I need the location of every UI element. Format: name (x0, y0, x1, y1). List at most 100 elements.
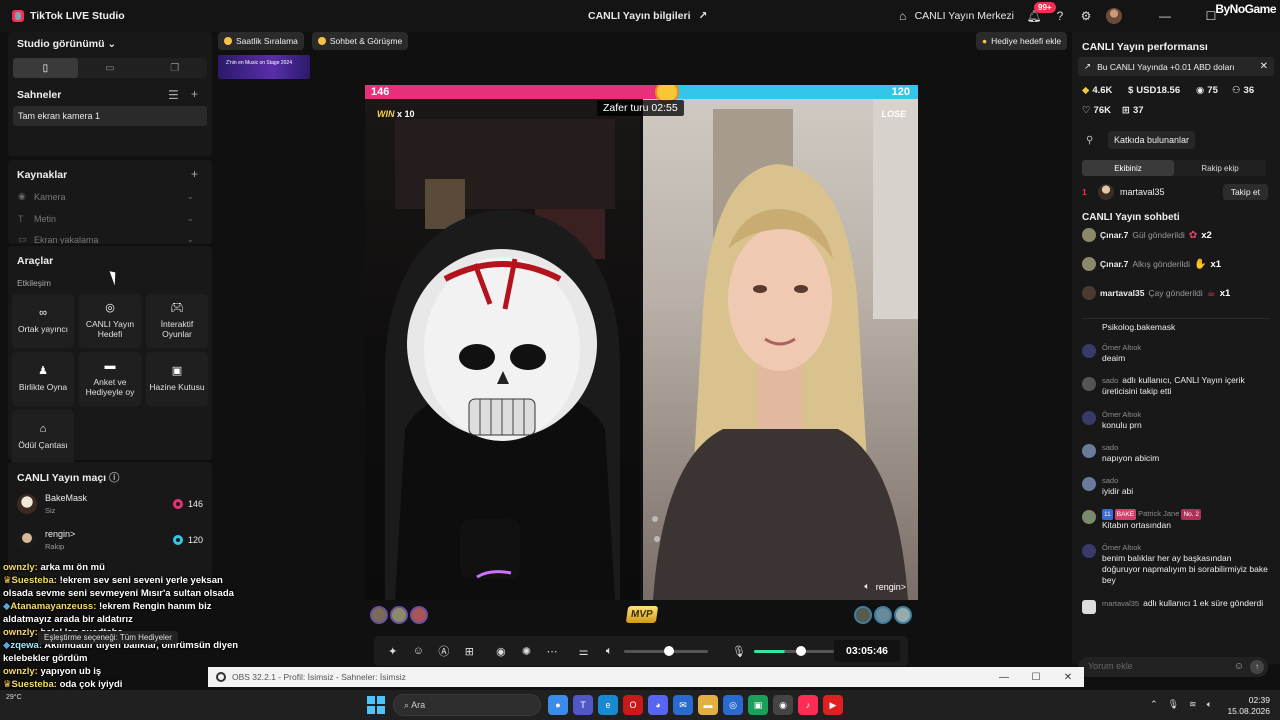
start-button[interactable] (367, 696, 385, 714)
capture-icon[interactable]: ✺ (516, 645, 538, 658)
wifi-icon[interactable]: ≋ (1189, 699, 1197, 710)
help-icon[interactable]: ? (1052, 8, 1068, 24)
microphone-icon[interactable]: 🎙︎ (1168, 699, 1179, 710)
overlay-name: ownzly: (3, 627, 38, 638)
list-icon[interactable]: ☰ (168, 88, 179, 102)
close-button[interactable]: ✕ (1052, 672, 1084, 683)
ai-icon[interactable]: Ⓐ (433, 643, 455, 659)
folder-icon[interactable]: ▬ (698, 695, 718, 715)
message-author: Ömer Altıok (1102, 543, 1142, 552)
overlay-icon[interactable]: ⊞ (459, 645, 481, 658)
more-icon[interactable]: ⋯ (541, 645, 563, 658)
poll-tool[interactable]: ▬ Anket ve Hediyeyle oy (79, 352, 141, 406)
speaker-icon[interactable]: 🔈︎ (598, 645, 620, 658)
record-icon[interactable]: ◉ (490, 645, 512, 658)
discord-icon[interactable]: ◕ (648, 695, 668, 715)
opera-icon[interactable]: O (623, 695, 643, 715)
mail-icon[interactable]: ✉ (673, 695, 693, 715)
portrait-view-button[interactable]: ▯ (13, 58, 78, 78)
beauty-icon[interactable]: ☺ (408, 645, 430, 657)
taskbar-search[interactable]: ⌕ Ara (393, 694, 541, 716)
tool-label: Birlikte Oyna (18, 381, 68, 392)
diamond-icon: ◆ (1082, 85, 1090, 96)
avatar[interactable] (390, 606, 408, 624)
add-source-button[interactable]: + (191, 167, 198, 181)
follow-button[interactable]: Takip et (1222, 184, 1268, 200)
avatar[interactable] (874, 606, 892, 624)
avatar[interactable] (410, 606, 428, 624)
tab-rival-team[interactable]: Rakip ekip (1174, 160, 1266, 176)
interactive-games-tool[interactable]: 🎮︎ İnteraktif Oyunlar (146, 294, 208, 348)
stream-controls: ✦ ☺ Ⓐ ⊞ ◉ ✺ ⋯ ⚌ 🔈︎ 🎙︎ 03:05:46 (374, 636, 908, 666)
avatar[interactable] (370, 606, 388, 624)
live-center-button[interactable]: ⌂ CANLI Yayın Merkezi (895, 8, 1014, 24)
tab-your-team[interactable]: Ekibiniz (1082, 160, 1174, 176)
chat-call-chip[interactable]: Sohbet & Görüşme (311, 32, 409, 50)
chrome-icon[interactable]: ● (548, 695, 568, 715)
target-icon: ◎ (105, 302, 115, 315)
hourly-ranking-chip[interactable]: Saatlik Sıralama (218, 32, 304, 50)
game-icon[interactable]: ▣ (748, 695, 768, 715)
avatar[interactable] (894, 606, 912, 624)
youtube-icon[interactable]: ▶ (823, 695, 843, 715)
stat-value: 4.6K (1092, 85, 1113, 96)
gift-action: Alkış gönderildi (1132, 259, 1190, 269)
chevron-down-icon: ⌄ (186, 235, 194, 244)
add-scene-button[interactable]: + (191, 87, 198, 101)
source-item[interactable]: T Metin ⌄ (18, 213, 194, 224)
tiktok-icon[interactable]: ♪ (798, 695, 818, 715)
emoji-icon[interactable]: ☺ (1234, 661, 1244, 672)
send-button[interactable]: ↑ (1250, 660, 1264, 674)
overlay-text: arka mı ön mü (40, 562, 105, 573)
close-icon[interactable]: ✕ (1260, 61, 1268, 72)
effects-icon[interactable]: ✦ (382, 645, 404, 658)
avatar (1082, 510, 1096, 524)
obs-window-bar[interactable]: OBS 32.2.1 - Profil: İsimsiz - Sahneler:… (208, 667, 1084, 687)
play-together-tool[interactable]: ♟ Birlikte Oyna (12, 352, 74, 406)
chrome-app-icon[interactable]: ◎ (723, 695, 743, 715)
contributors-button[interactable]: Katkıda bulunanlar (1108, 131, 1196, 149)
gift-icon: ⊞ (1122, 105, 1130, 116)
minimize-button[interactable]: — (988, 672, 1020, 683)
event-banner[interactable]: Z'nin en Music on Stage 2024 (218, 55, 310, 79)
comment-input[interactable]: Yorum ekle ☺ ↑ (1078, 657, 1268, 677)
fan-badge: BAKE (1114, 508, 1137, 520)
microphone-icon[interactable]: 🎙︎ (728, 645, 750, 658)
sources-title: Kaynaklar (17, 169, 68, 181)
maximize-button[interactable]: ☐ (1020, 672, 1052, 683)
mixer-icon[interactable]: ⚌ (573, 645, 595, 658)
minimize-button[interactable]: — (1142, 0, 1188, 32)
teams-icon[interactable]: T (573, 695, 593, 715)
live-info-button[interactable]: CANLI Yayın bilgileri ↗ (588, 10, 707, 22)
speaker-volume-slider[interactable] (623, 645, 709, 656)
chevron-up-icon[interactable]: ⌃ (1150, 699, 1158, 710)
speaker-icon[interactable]: 🔈︎ (864, 581, 869, 592)
slider-knob[interactable] (795, 645, 806, 656)
slider-knob[interactable] (663, 645, 674, 656)
co-host-tool[interactable]: ∞ Ortak yayıncı (12, 294, 74, 348)
avatar[interactable] (1106, 8, 1122, 24)
live-goal-tool[interactable]: ◎ CANLI Yayın Hedefi (79, 294, 141, 348)
scene-item[interactable]: Tam ekran kamera 1 (13, 106, 207, 126)
weather-widget[interactable]: 29°C (6, 694, 22, 701)
source-item[interactable]: ▭ Ekran yakalama ⌄ (18, 235, 194, 244)
obs-icon[interactable]: ◉ (773, 695, 793, 715)
landscape-view-button[interactable]: ▭ (78, 58, 143, 78)
studio-view-dropdown[interactable]: Studio görünümü ⌄ (17, 38, 116, 50)
source-item[interactable]: ◉ Kamera ⌄ (18, 191, 194, 202)
mic-volume-slider[interactable] (753, 645, 834, 656)
reward-bag-tool[interactable]: ⌂ Ödül Çantası (12, 410, 74, 464)
volume-icon[interactable]: 🔈︎ (1207, 699, 1212, 710)
chat-icon (317, 37, 326, 45)
bell-icon[interactable]: 🔔︎ 99+ (1026, 2, 1056, 24)
avatar[interactable] (854, 606, 872, 624)
add-user-icon[interactable]: ⚲ (1086, 135, 1093, 146)
taskbar-clock[interactable]: 02:39 15.08.2026 (1227, 695, 1270, 717)
message-text: Kitabın ortasından (1102, 519, 1171, 530)
add-gift-goal-chip[interactable]: ● Hediye hedefi ekle (976, 32, 1068, 50)
gear-icon[interactable]: ⚙ (1078, 8, 1094, 24)
info-icon[interactable]: ⓘ (109, 472, 120, 484)
dual-view-button[interactable]: ❐ (142, 58, 207, 78)
treasure-box-tool[interactable]: ▣ Hazine Kutusu (146, 352, 208, 406)
edge-icon[interactable]: e (598, 695, 618, 715)
